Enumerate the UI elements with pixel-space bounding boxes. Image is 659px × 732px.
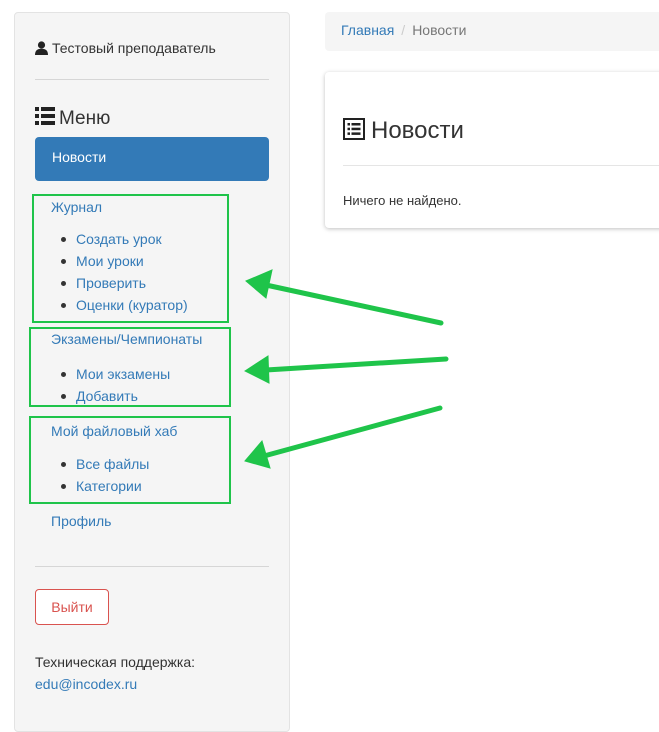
arrowhead — [243, 355, 270, 384]
annotation-arrows — [243, 269, 449, 469]
arrow-line — [263, 356, 449, 373]
arrowhead — [244, 439, 271, 469]
arrow-line — [263, 282, 444, 326]
arrowhead — [245, 269, 273, 299]
arrow-line — [261, 405, 443, 459]
